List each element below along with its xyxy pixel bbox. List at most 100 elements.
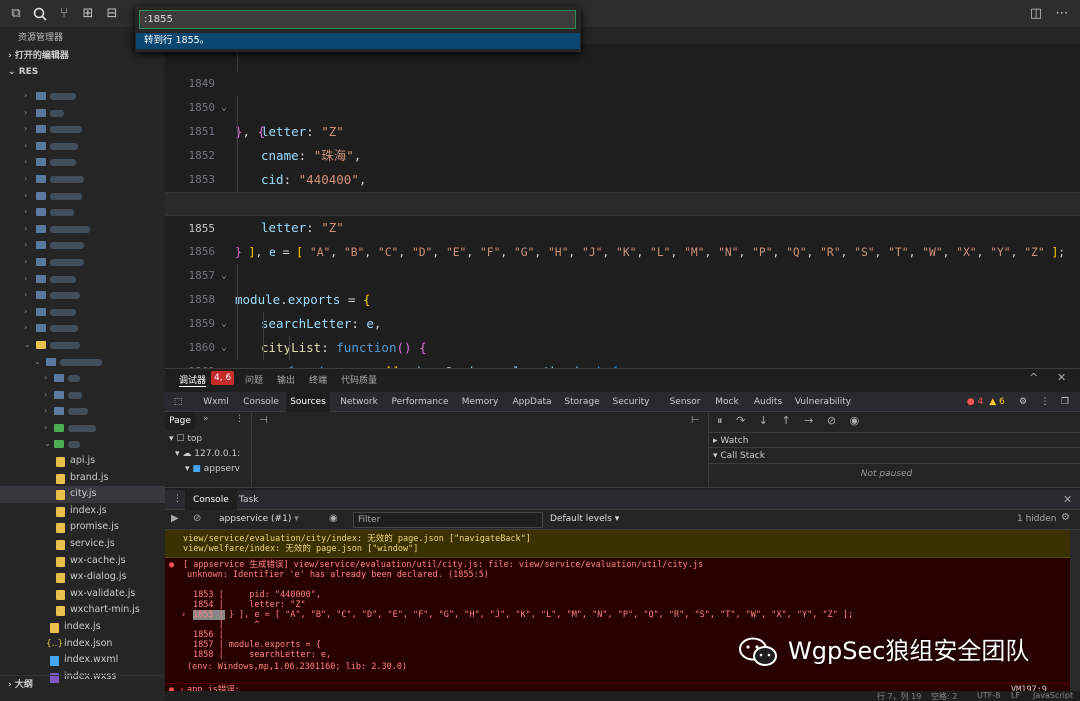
folder-row[interactable]: ›: [0, 387, 165, 404]
split-editor-icon[interactable]: ◫: [1028, 6, 1044, 22]
file-row[interactable]: brand.js: [0, 470, 165, 487]
tab-sensor[interactable]: Sensor: [665, 392, 705, 412]
folder-row[interactable]: ›: [0, 370, 165, 387]
clear-console-icon[interactable]: ⊘: [193, 513, 201, 524]
step-out-icon[interactable]: ↑: [781, 414, 790, 427]
drawer-tab-console[interactable]: Console: [185, 490, 237, 510]
navigator-menu-icon[interactable]: ⋮: [235, 414, 244, 424]
step-into-icon[interactable]: ↓: [759, 414, 768, 427]
file-row[interactable]: promise.js: [0, 519, 165, 536]
extensions-icon[interactable]: ⊞: [80, 6, 96, 22]
settings-icon[interactable]: ⚙: [1015, 392, 1031, 412]
tab-performance[interactable]: Performance: [389, 392, 451, 412]
pause-icon[interactable]: ⏸: [717, 414, 723, 427]
step-over-icon[interactable]: ↷: [736, 414, 745, 427]
tab-audits[interactable]: Audits: [749, 392, 787, 412]
tab-network[interactable]: Network: [335, 392, 383, 412]
pause-on-exceptions-icon[interactable]: ◉: [850, 414, 860, 427]
folder-row[interactable]: ›: [0, 204, 165, 221]
folder-row[interactable]: ›: [0, 271, 165, 288]
more-options-icon[interactable]: ⋮: [1037, 392, 1053, 412]
file-row[interactable]: wxchart-min.js: [0, 602, 165, 619]
drawer-tab-task[interactable]: Task: [239, 490, 258, 510]
folder-row[interactable]: ›: [0, 420, 165, 437]
toggle-navigator-icon[interactable]: ⊣: [259, 415, 268, 426]
step-icon[interactable]: →: [804, 414, 813, 427]
more-tabs-icon[interactable]: »: [203, 414, 209, 424]
window-icon[interactable]: ⊟: [104, 6, 120, 22]
tree-top[interactable]: ▾ ☐ top: [165, 432, 251, 447]
maximize-panel-icon[interactable]: ^: [1029, 371, 1038, 384]
tab-security[interactable]: Security: [609, 392, 653, 412]
tab-code-quality[interactable]: 代码质量: [341, 373, 377, 386]
folder-row[interactable]: ⌄: [0, 354, 165, 371]
folder-row[interactable]: ›: [0, 138, 165, 155]
folder-row[interactable]: ›: [0, 105, 165, 122]
call-stack-section[interactable]: ▾ Call Stack: [709, 448, 1080, 464]
folder-row[interactable]: ›: [0, 254, 165, 271]
levels-dropdown[interactable]: Default levels ▾: [550, 514, 619, 524]
tab-memory[interactable]: Memory: [457, 392, 503, 412]
file-row[interactable]: api.js: [0, 453, 165, 470]
goto-line-input[interactable]: :1855: [139, 10, 576, 29]
language-mode[interactable]: JavaScript: [1033, 691, 1073, 700]
watch-section[interactable]: ▸ Watch: [709, 432, 1080, 448]
inspect-icon[interactable]: ⬚: [171, 392, 185, 412]
tab-wxml[interactable]: Wxml: [197, 392, 235, 412]
tab-storage[interactable]: Storage: [561, 392, 603, 412]
close-panel-icon[interactable]: ✕: [1057, 371, 1066, 384]
file-row[interactable]: service.js: [0, 536, 165, 553]
page-tab[interactable]: Page: [165, 412, 195, 430]
sidebar-toggle-icon[interactable]: ▶: [171, 513, 179, 524]
tree-host[interactable]: ▾ ☁ 127.0.0.1:: [165, 447, 251, 462]
file-row[interactable]: {..} index.json: [0, 636, 165, 653]
file-row[interactable]: index.js: [0, 503, 165, 520]
tab-debugger[interactable]: 调试器: [179, 373, 207, 387]
indent-setting[interactable]: 空格: 2: [931, 691, 957, 701]
folder-row[interactable]: ›: [0, 320, 165, 337]
tab-output[interactable]: 输出: [277, 373, 295, 386]
folder-row[interactable]: ›: [0, 287, 165, 304]
file-row[interactable]: wx-cache.js: [0, 553, 165, 570]
source-control-icon[interactable]: ⑂: [56, 6, 72, 22]
folder-row[interactable]: ›: [0, 403, 165, 420]
tab-appdata[interactable]: AppData: [509, 392, 555, 412]
file-row[interactable]: wx-validate.js: [0, 586, 165, 603]
console-settings-icon[interactable]: ⚙: [1061, 512, 1070, 523]
folder-row[interactable]: ›: [0, 188, 165, 205]
context-selector[interactable]: appservice (#1) ▾: [219, 514, 299, 524]
folder-row[interactable]: ›: [0, 88, 165, 105]
tree-appservice[interactable]: ▾ ■ appserv: [165, 462, 251, 477]
root-folder[interactable]: ⌄ RES: [0, 64, 165, 80]
eol[interactable]: LF: [1011, 691, 1020, 700]
deactivate-breakpoints-icon[interactable]: ⊘: [827, 414, 836, 427]
tab-problems[interactable]: 问题: [245, 373, 263, 386]
folder-row[interactable]: ›: [0, 154, 165, 171]
tab-console[interactable]: Console: [239, 392, 283, 412]
more-icon[interactable]: ⋯: [1054, 6, 1070, 22]
file-row[interactable]: index.wxml: [0, 652, 165, 669]
goto-line-result[interactable]: 转到行 1855。: [136, 33, 580, 49]
code-editor[interactable]: 1849 letter: "Z" 1850 ⌄ }, { 1851 cname: …: [165, 28, 1080, 368]
folder-row[interactable]: ⌄: [0, 337, 165, 354]
outline-section[interactable]: › 大纲: [0, 675, 165, 693]
tab-mock[interactable]: Mock: [711, 392, 743, 412]
cursor-position[interactable]: 行 7，列 19: [877, 691, 921, 701]
encoding[interactable]: UTF-8: [977, 691, 1000, 700]
console-scrollbar[interactable]: [1070, 530, 1080, 693]
folder-row[interactable]: ›: [0, 121, 165, 138]
dock-icon[interactable]: ❐: [1057, 392, 1073, 412]
search-icon[interactable]: [32, 6, 48, 22]
toggle-debugger-icon[interactable]: ⊢: [691, 415, 700, 426]
tab-vulnerability[interactable]: Vulnerability: [793, 392, 853, 412]
explorer-icon[interactable]: ⧉: [8, 6, 24, 22]
filter-input[interactable]: Filter: [353, 512, 543, 528]
folder-row[interactable]: ›: [0, 304, 165, 321]
file-row[interactable]: index.js: [0, 619, 165, 636]
folder-row[interactable]: ›: [0, 171, 165, 188]
folder-row[interactable]: ›: [0, 221, 165, 238]
close-drawer-icon[interactable]: ✕: [1063, 493, 1072, 506]
folder-row[interactable]: ›: [0, 237, 165, 254]
file-row[interactable]: wx-dialog.js: [0, 569, 165, 586]
folder-row[interactable]: ⌄: [0, 436, 165, 453]
